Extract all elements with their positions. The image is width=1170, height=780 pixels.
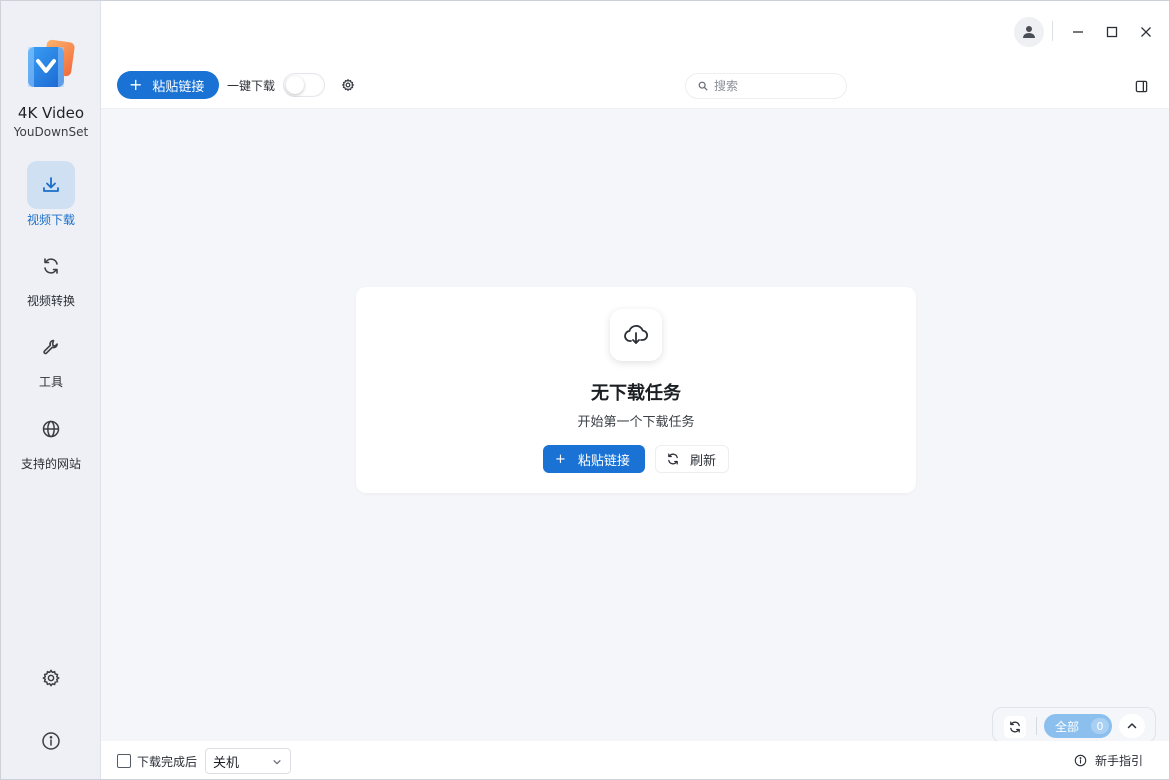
sidebar-item-label: 支持的网站: [20, 457, 81, 471]
chevron-down-icon: [273, 760, 281, 765]
refresh-icon: [668, 453, 678, 465]
info-icon[interactable]: [39, 729, 63, 753]
chevron-up-icon[interactable]: [1119, 714, 1145, 738]
toggle-knob: [286, 76, 304, 94]
info-icon: [1074, 754, 1087, 767]
side-panel-toggle-icon[interactable]: [1132, 77, 1150, 95]
sidebar-item-tools[interactable]: 工具: [1, 323, 101, 397]
sidebar-item-video-download[interactable]: 视频下载: [1, 161, 101, 235]
beginner-guide-label: 新手指引: [1095, 754, 1144, 768]
plus-icon: +: [129, 75, 143, 94]
after-download-label: 下载完成后: [137, 755, 198, 769]
search-icon: [698, 81, 708, 91]
empty-state-subtitle: 开始第一个下载任务: [577, 415, 695, 430]
download-settings-gear-icon[interactable]: [339, 76, 357, 94]
refresh-label: 刷新: [690, 453, 717, 469]
sidebar: 4K Video YouDownSet 视频下载 视频转换 工具 支持的网站: [1, 1, 101, 779]
filter-divider: [1036, 717, 1037, 735]
search-box: [685, 73, 847, 99]
search-input[interactable]: [714, 79, 834, 93]
sidebar-item-label: 工具: [38, 375, 63, 389]
sidebar-item-video-convert[interactable]: 视频转换: [1, 242, 101, 316]
filter-all-button[interactable]: 全部 0: [1044, 714, 1112, 738]
bottom-bar: 下载完成后 关机 新手指引: [101, 741, 1169, 779]
filter-refresh-icon[interactable]: [1004, 716, 1026, 738]
titlebar-divider: [1052, 21, 1053, 41]
after-download-checkbox[interactable]: [117, 754, 131, 768]
one-click-download-toggle[interactable]: [283, 73, 325, 97]
empty-paste-link-button[interactable]: + 粘贴链接: [543, 445, 645, 473]
toolbar: + 粘贴链接 一键下载: [101, 63, 1169, 109]
maximize-icon[interactable]: [1099, 19, 1125, 45]
task-filter-bar: 全部 0: [992, 707, 1156, 743]
close-icon[interactable]: [1133, 19, 1159, 45]
app-logo-icon: [25, 39, 77, 91]
app-subtitle: YouDownSet: [13, 125, 89, 139]
wrench-icon: [27, 323, 75, 371]
after-download-action-select[interactable]: 关机: [205, 748, 291, 774]
refresh-icon: [27, 242, 75, 290]
sidebar-item-label: 视频下载: [26, 213, 75, 227]
app-name: 4K Video: [17, 104, 85, 122]
beginner-guide-link[interactable]: 新手指引: [1074, 752, 1143, 769]
plus-icon: +: [555, 451, 566, 467]
empty-state-title: 无下载任务: [591, 383, 681, 404]
sidebar-item-supported-sites[interactable]: 支持的网站: [1, 405, 101, 479]
filter-all-label: 全部: [1055, 719, 1080, 734]
settings-gear-icon[interactable]: [39, 666, 63, 690]
paste-link-label: 粘贴链接: [152, 79, 205, 95]
paste-link-label: 粘贴链接: [577, 453, 630, 469]
sidebar-item-label: 视频转换: [26, 294, 75, 308]
minimize-icon[interactable]: [1065, 19, 1091, 45]
globe-icon: [27, 405, 75, 453]
user-icon[interactable]: [1014, 17, 1044, 47]
after-download-action-value: 关机: [213, 755, 240, 771]
title-bar: [101, 1, 1169, 63]
paste-link-button[interactable]: + 粘贴链接: [117, 71, 219, 99]
refresh-button[interactable]: 刷新: [655, 445, 729, 473]
filter-count-badge: 0: [1091, 718, 1110, 734]
download-icon: [27, 161, 75, 209]
one-click-download-label: 一键下载: [227, 79, 276, 93]
empty-state-card: 无下载任务 开始第一个下载任务 + 粘贴链接 刷新: [356, 287, 916, 493]
cloud-download-icon: [610, 309, 662, 361]
app-window: 4K Video YouDownSet 视频下载 视频转换 工具 支持的网站 +…: [0, 0, 1170, 780]
